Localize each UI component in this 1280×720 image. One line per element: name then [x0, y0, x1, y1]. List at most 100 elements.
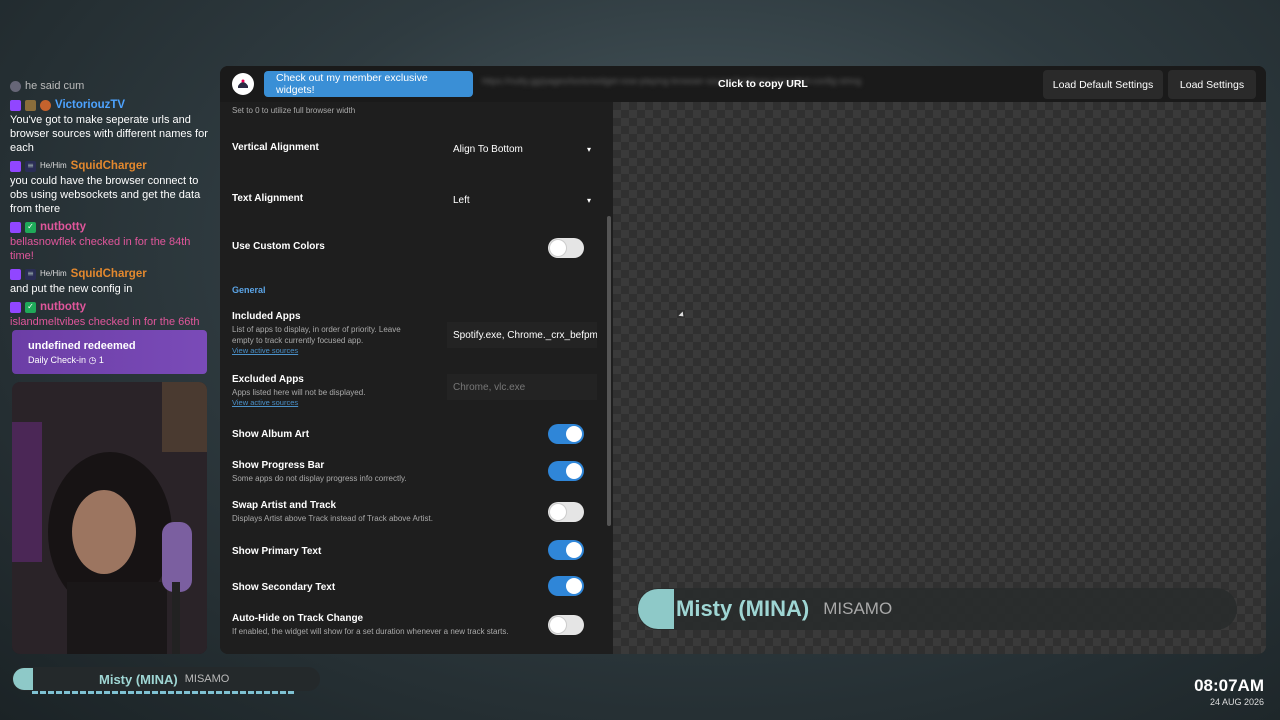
redeem-reward-name: Daily Check-in: [28, 355, 87, 365]
width-description: Set to 0 to utilize full browser width: [232, 106, 356, 115]
chat-overlay: he said cum VictoriouzTV You've got to m…: [10, 78, 210, 328]
album-art-icon: [638, 589, 674, 629]
now-playing-overlay: Misty (MINA) MISAMO: [12, 667, 320, 691]
settings-scrollbar[interactable]: [607, 216, 611, 526]
text-alignment-setting: Text Alignment Left ▾: [232, 193, 596, 223]
swap-artist-track-toggle[interactable]: [548, 502, 584, 522]
widget-config-panel: Check out my member exclusive widgets! h…: [220, 66, 1266, 654]
chat-username: SquidCharger: [70, 160, 147, 172]
chat-message-text: islandmeltvibes checked in for the 66th …: [10, 316, 200, 328]
fire-badge-icon: [40, 99, 51, 111]
auto-hide-toggle[interactable]: [548, 615, 584, 635]
settings-list: Set to 0 to utilize full browser width V…: [220, 102, 606, 654]
webcam-feed: [12, 382, 207, 654]
progress-bar-setting: Show Progress Bar Some apps do not displ…: [232, 460, 596, 490]
chat-message-text: bellasnowflek checked in for the 84th ti…: [10, 236, 191, 262]
redeem-count: 1: [98, 355, 104, 365]
chat-message-text: You've got to make seperate urls and bro…: [10, 114, 208, 154]
chat-username: VictoriouzTV: [55, 99, 126, 111]
excluded-apps-setting: Excluded Apps Apps listed here will not …: [232, 374, 597, 414]
clock-time: 08:07AM: [1194, 676, 1264, 695]
chat-message-text: and put the new config in: [10, 283, 133, 295]
twitch-badge-icon: [10, 221, 21, 233]
member-widgets-button[interactable]: Check out my member exclusive widgets!: [264, 71, 473, 97]
chat-message: VictoriouzTV You've got to make seperate…: [10, 97, 210, 155]
swap-artist-track-setting: Swap Artist and Track Displays Artist ab…: [232, 500, 596, 530]
swap-artist-track-description: Displays Artist above Track instead of T…: [232, 514, 433, 523]
chevron-down-icon: ▾: [586, 195, 591, 205]
moderator-badge-icon: ✓: [25, 301, 36, 313]
included-apps-input[interactable]: Spotify.exe, Chrome._crx_befpmc: [447, 322, 597, 348]
moderator-badge-icon: ✓: [25, 221, 36, 233]
album-art-setting: Show Album Art: [232, 423, 596, 445]
copy-url-button[interactable]: Click to copy URL: [718, 78, 808, 90]
included-apps-description: List of apps to display, in order of pri…: [232, 325, 401, 345]
webcam-image: [12, 382, 207, 654]
text-alignment-select[interactable]: Left ▾: [447, 187, 597, 213]
included-apps-label: Included Apps: [232, 311, 301, 322]
excluded-apps-input[interactable]: Chrome, vlc.exe: [447, 374, 597, 400]
custom-colors-toggle[interactable]: [548, 238, 584, 258]
chat-username: nutbotty: [40, 221, 86, 233]
custom-colors-label: Use Custom Colors: [232, 241, 325, 252]
twitch-badge-icon: [10, 99, 21, 111]
preview-now-playing: Misty (MINA) MISAMO: [637, 588, 1237, 630]
pronoun-badge: He/Him: [40, 269, 67, 278]
now-playing-progress-bar: [32, 691, 296, 694]
load-settings-button[interactable]: Load Settings: [1168, 70, 1256, 99]
now-playing-track: Misty (MINA): [99, 671, 178, 687]
preview-track: Misty (MINA): [676, 596, 810, 621]
subscriber-badge-icon: ≡: [25, 160, 36, 172]
redeem-alert: undefined redeemed Daily Check-in ◷ 1: [12, 330, 207, 374]
acorn-badge-icon: [25, 99, 36, 111]
redeem-subtitle: Daily Check-in ◷ 1: [28, 355, 207, 366]
subscriber-badge-icon: ≡: [25, 268, 36, 280]
primary-text-label: Show Primary Text: [232, 546, 322, 557]
included-apps-setting: Included Apps List of apps to display, i…: [232, 311, 597, 363]
section-general-heading: General: [232, 285, 266, 295]
chevron-down-icon: ▾: [586, 144, 591, 154]
progress-bar-toggle[interactable]: [548, 461, 584, 481]
chat-message: ✓ nutbotty islandmeltvibes checked in fo…: [10, 299, 210, 328]
now-playing-artist: MISAMO: [184, 673, 230, 685]
preview-artist: MISAMO: [823, 599, 893, 618]
width-setting: Set to 0 to utilize full browser width: [232, 103, 596, 116]
auto-hide-label: Auto-Hide on Track Change: [232, 613, 364, 624]
logo-icon[interactable]: [232, 73, 254, 95]
chat-message: he said cum: [10, 78, 210, 94]
chat-message-text: he said cum: [25, 80, 85, 92]
vertical-alignment-select[interactable]: Align To Bottom ▾: [447, 136, 597, 162]
secondary-text-toggle[interactable]: [548, 576, 584, 596]
vertical-alignment-setting: Vertical Alignment Align To Bottom ▾: [232, 142, 596, 172]
top-bar: Check out my member exclusive widgets! h…: [220, 66, 1266, 102]
clock-overlay: 08:07AM 24 AUG 2026: [1194, 676, 1264, 707]
pronoun-badge: He/Him: [40, 161, 67, 170]
swap-artist-track-label: Swap Artist and Track: [232, 500, 337, 511]
primary-text-toggle[interactable]: [548, 540, 584, 560]
redeem-title: undefined redeemed: [28, 340, 136, 352]
clock-date: 24 AUG 2026: [1209, 697, 1264, 707]
auto-hide-setting: Auto-Hide on Track Change If enabled, th…: [232, 613, 596, 643]
album-art-toggle[interactable]: [548, 424, 584, 444]
user-avatar-icon: [10, 80, 21, 92]
widget-preview: Misty (MINA) MISAMO: [613, 102, 1266, 654]
mouse-cursor-icon: [678, 311, 686, 319]
auto-hide-description: If enabled, the widget will show for a s…: [232, 627, 509, 636]
progress-bar-label: Show Progress Bar: [232, 460, 325, 471]
twitch-badge-icon: [10, 268, 21, 280]
primary-text-setting: Show Primary Text: [232, 540, 596, 562]
text-alignment-value: Left: [453, 194, 470, 206]
secondary-text-setting: Show Secondary Text: [232, 576, 596, 598]
chat-message-text: you could have the browser connect to ob…: [10, 175, 201, 215]
chat-message: ✓ nutbotty bellasnowflek checked in for …: [10, 219, 210, 263]
chat-message: ≡ He/Him SquidCharger and put the new co…: [10, 266, 210, 296]
chat-username: SquidCharger: [70, 268, 147, 280]
progress-bar-description: Some apps do not display progress info c…: [232, 474, 407, 483]
album-art-label: Show Album Art: [232, 429, 310, 440]
chat-username: nutbotty: [40, 301, 86, 313]
load-default-settings-button[interactable]: Load Default Settings: [1043, 70, 1163, 99]
twitch-badge-icon: [10, 160, 21, 172]
twitch-badge-icon: [10, 301, 21, 313]
custom-colors-setting: Use Custom Colors: [232, 238, 596, 262]
clock-icon: ◷: [88, 356, 97, 366]
